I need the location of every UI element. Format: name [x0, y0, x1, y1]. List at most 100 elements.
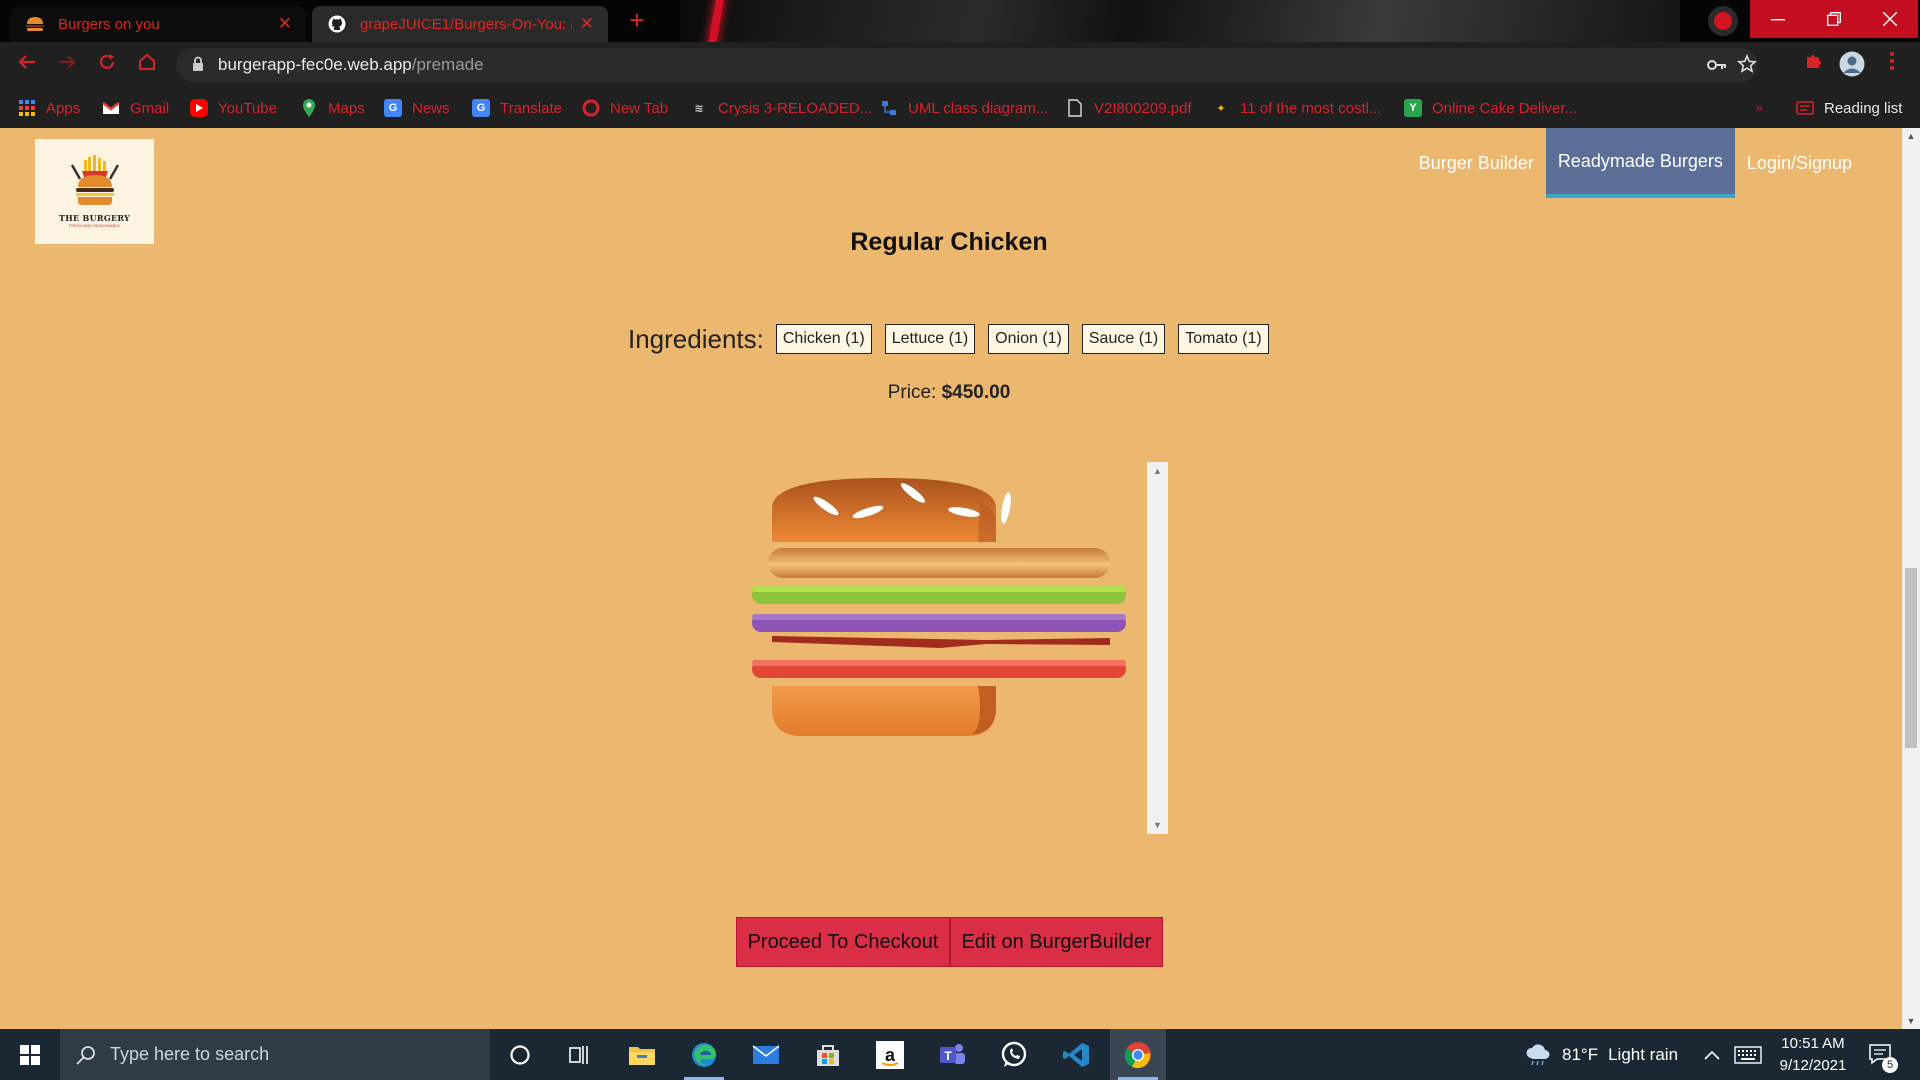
clock-date: 9/12/2021	[1779, 1057, 1847, 1074]
bookmark-news[interactable]: G News	[384, 96, 450, 120]
url-path: /premade	[411, 55, 484, 74]
back-arrow-icon[interactable]	[12, 50, 42, 80]
close-tab-icon[interactable]: ✕	[278, 14, 292, 34]
forward-arrow-icon[interactable]	[52, 50, 82, 80]
tab-github-repo[interactable]: grapeJUICE1/Burgers-On-You: a ✕	[312, 6, 608, 42]
close-window-button[interactable]	[1862, 0, 1918, 38]
bookmark-gmail[interactable]: Gmail	[102, 96, 169, 120]
weather-temp: 81°F	[1562, 1044, 1599, 1064]
restore-window-button[interactable]	[1806, 0, 1862, 38]
bottom-bun	[772, 686, 996, 736]
home-icon[interactable]	[132, 50, 162, 80]
scrollbar-thumb[interactable]	[1905, 568, 1917, 748]
vscode-icon[interactable]	[1048, 1029, 1104, 1080]
sauce-layer	[772, 636, 1110, 648]
reload-icon[interactable]	[92, 50, 122, 80]
key-icon[interactable]	[1706, 54, 1728, 76]
bookmark-label: UML class diagram...	[908, 99, 1049, 117]
show-hidden-icons-chevron-icon[interactable]	[1704, 1029, 1720, 1080]
browser-tab-strip: Burgers on you ✕ grapeJUICE1/Burgers-On-…	[0, 0, 1920, 42]
bookmark-star-icon[interactable]	[1736, 53, 1758, 76]
profile-avatar-icon[interactable]	[1838, 51, 1866, 79]
extensions-puzzle-icon[interactable]	[1800, 51, 1828, 79]
close-tab-icon[interactable]: ✕	[580, 14, 594, 34]
url-text: burgerapp-fec0e.web.app/premade	[218, 55, 484, 75]
url-host: burgerapp-fec0e.web.app	[218, 55, 412, 74]
new-tab-button[interactable]: +	[622, 6, 652, 36]
file-explorer-icon[interactable]	[614, 1029, 670, 1080]
ingredients-row: Ingredients: Chicken (1) Lettuce (1) Oni…	[628, 322, 1282, 356]
mail-icon[interactable]	[738, 1029, 794, 1080]
minimize-window-button[interactable]	[1750, 0, 1806, 38]
tab-title: Burgers on you	[58, 15, 160, 33]
logo-title: THE BURGERY	[58, 213, 131, 223]
article-icon: ✦	[1216, 102, 1226, 115]
bookmark-label: Maps	[328, 99, 365, 117]
bookmarks-bar: Apps Gmail YouTube Maps G News G Transla…	[0, 88, 1920, 128]
bookmark-maps[interactable]: Maps	[300, 96, 365, 120]
bookmark-pdf[interactable]: V2I800209.pdf	[1066, 96, 1192, 120]
search-placeholder: Type here to search	[110, 1044, 270, 1064]
tab-strip-background	[680, 0, 1680, 42]
whatsapp-icon[interactable]	[986, 1029, 1042, 1080]
cloud-rain-icon	[1526, 1043, 1550, 1065]
bookmark-article[interactable]: ✦ 11 of the most costl...	[1212, 96, 1381, 120]
menu-kebab-icon[interactable]	[1878, 51, 1906, 79]
bookmark-label: Gmail	[130, 99, 170, 117]
edge-browser-icon[interactable]	[676, 1029, 732, 1080]
ingredient-chip: Chicken (1)	[775, 324, 872, 354]
tab-title: grapeJUICE1/Burgers-On-You: a	[360, 15, 572, 33]
search-icon	[76, 1045, 95, 1065]
main-nav: Burger Builder Readymade Burgers Login/S…	[1407, 128, 1902, 198]
page-scrollbar[interactable]: ▲ ▼	[1902, 128, 1920, 1029]
nav-login-signup[interactable]: Login/Signup	[1735, 128, 1864, 198]
proceed-to-checkout-button[interactable]: Proceed To Checkout	[736, 917, 950, 967]
burger-preview	[740, 462, 1168, 832]
bookmark-label: New Tab	[610, 99, 669, 117]
reading-list-button[interactable]: Reading list	[1796, 96, 1902, 120]
reading-list-label: Reading list	[1824, 99, 1903, 117]
nav-burger-builder[interactable]: Burger Builder	[1407, 128, 1546, 198]
burger-name-heading: Regular Chicken	[850, 228, 1048, 256]
ingredients-label: Ingredients:	[628, 323, 764, 354]
edit-on-burgerbuilder-button[interactable]: Edit on BurgerBuilder	[950, 917, 1163, 967]
chrome-icon[interactable]	[1110, 1029, 1166, 1080]
bookmark-cake[interactable]: Y Online Cake Deliver...	[1404, 96, 1577, 120]
clock-time: 10:51 AM	[1781, 1035, 1845, 1052]
screen-recorder-extension-icon[interactable]	[1708, 6, 1738, 36]
amazon-icon[interactable]: a	[862, 1029, 918, 1080]
bookmark-label: V2I800209.pdf	[1094, 99, 1192, 117]
task-view-icon[interactable]	[552, 1029, 608, 1080]
cortana-icon[interactable]	[492, 1029, 548, 1080]
tab-burgers-on-you[interactable]: Burgers on you ✕	[10, 6, 306, 42]
taskbar-search-box[interactable]: Type here to search	[60, 1029, 490, 1080]
windows-start-icon[interactable]	[2, 1029, 58, 1080]
bookmark-label: Online Cake Deliver...	[1432, 99, 1578, 117]
nav-readymade-burgers[interactable]: Readymade Burgers	[1545, 128, 1735, 198]
bookmark-crysis[interactable]: ≋ Crysis 3-RELOADED...	[690, 96, 872, 120]
bookmark-youtube[interactable]: YouTube	[190, 96, 277, 120]
scroll-up-icon[interactable]: ▲	[1902, 128, 1920, 144]
scroll-up-icon[interactable]: ▲	[1147, 462, 1168, 480]
ingredient-chip: Sauce (1)	[1081, 324, 1166, 354]
browser-toolbar: burgerapp-fec0e.web.app/premade	[0, 42, 1920, 88]
microsoft-store-icon[interactable]	[800, 1029, 856, 1080]
teams-icon[interactable]: T	[924, 1029, 980, 1080]
bookmark-uml[interactable]: UML class diagram...	[880, 96, 1048, 120]
bookmark-apps[interactable]: Apps	[18, 96, 80, 120]
keyboard-icon[interactable]	[1734, 1029, 1762, 1080]
github-icon	[326, 15, 348, 33]
burger-preview-scrollbar[interactable]: ▲ ▼	[1147, 462, 1168, 834]
scroll-down-icon[interactable]: ▼	[1902, 1013, 1920, 1029]
notifications-button[interactable]: 5	[1868, 1029, 1898, 1080]
bookmark-new-tab[interactable]: New Tab	[582, 96, 668, 120]
scroll-down-icon[interactable]: ▼	[1147, 816, 1168, 834]
more-bookmarks-chevron-icon[interactable]: »	[1756, 96, 1763, 120]
bookmark-label: News	[412, 99, 450, 117]
lock-icon	[193, 56, 203, 71]
system-clock[interactable]: 10:51 AM 9/12/2021	[1768, 1033, 1858, 1077]
bookmark-translate[interactable]: G Translate	[472, 96, 562, 120]
address-bar[interactable]: burgerapp-fec0e.web.app/premade	[176, 48, 1758, 82]
weather-widget[interactable]: 81°F Light rain	[1524, 1029, 1678, 1080]
price-value: $450.00	[941, 382, 1011, 403]
